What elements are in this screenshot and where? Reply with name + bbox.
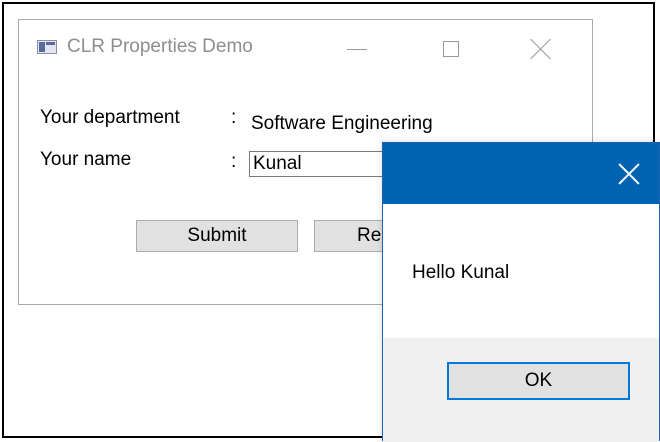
department-value: Software Engineering	[251, 113, 433, 134]
name-colon: :	[231, 151, 237, 172]
app-icon	[37, 40, 57, 54]
ok-button[interactable]: OK	[447, 362, 630, 400]
close-button[interactable]	[519, 30, 563, 68]
minimize-button[interactable]	[335, 30, 379, 68]
maximize-button[interactable]	[429, 30, 473, 68]
message-box-close-button[interactable]	[599, 143, 659, 204]
minimize-icon	[347, 48, 367, 50]
name-label: Your name	[40, 149, 132, 170]
message-box: Hello Kunal OK	[382, 142, 660, 442]
close-icon	[531, 39, 551, 59]
department-colon: :	[231, 107, 237, 128]
close-icon	[619, 164, 639, 184]
message-text: Hello Kunal	[412, 262, 510, 283]
department-label: Your department	[40, 107, 180, 128]
window-title: CLR Properties Demo	[67, 36, 253, 57]
message-box-titlebar[interactable]	[383, 143, 659, 204]
message-box-body: Hello Kunal	[383, 204, 659, 338]
main-titlebar[interactable]: CLR Properties Demo	[19, 20, 592, 76]
message-box-footer: OK	[383, 338, 659, 442]
submit-button[interactable]: Submit	[136, 220, 298, 252]
maximize-icon	[443, 41, 459, 57]
